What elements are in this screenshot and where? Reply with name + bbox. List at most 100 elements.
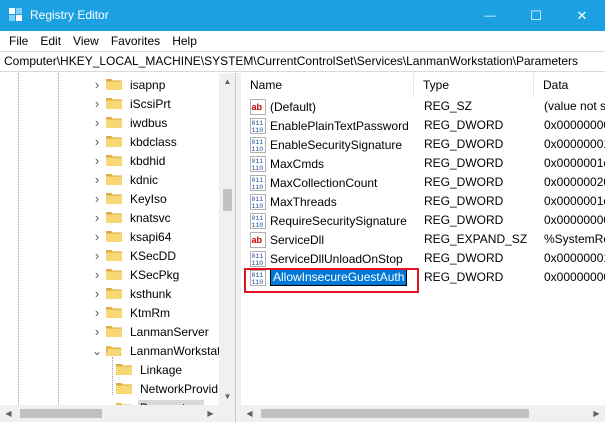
tree-item[interactable]: › KSecPkg (92, 265, 181, 284)
address-bar[interactable]: Computer\HKEY_LOCAL_MACHINE\SYSTEM\Curre… (0, 51, 605, 72)
chevron-right-icon[interactable]: › (92, 303, 102, 322)
folder-icon (106, 154, 122, 167)
menu-file[interactable]: File (4, 34, 33, 48)
chevron-right-icon[interactable]: › (92, 132, 102, 151)
svg-text:011: 011 (252, 158, 264, 165)
scroll-left-icon[interactable]: ◀ (241, 405, 258, 422)
tree-item[interactable]: › LanmanServer (92, 322, 211, 341)
title-bar[interactable]: Registry Editor — ☐ ✕ (0, 0, 605, 31)
list-item[interactable]: 011 110 MaxCollectionCount REG_DWORD 0x00000… (241, 173, 605, 192)
tree-item-label: kdnic (130, 172, 159, 187)
chevron-right-icon[interactable]: › (92, 189, 102, 208)
folder-icon (106, 192, 122, 205)
maximize-button[interactable]: ☐ (513, 0, 559, 31)
scroll-right-icon[interactable]: ▶ (588, 405, 605, 422)
value-name-cell: 011 110 MaxThreads (250, 192, 337, 211)
tree-item[interactable]: › knatsvc (92, 208, 173, 227)
tree-vertical-scrollbar[interactable]: ▲ ▼ (219, 73, 235, 405)
string-value-icon: ab (250, 98, 266, 115)
list-item[interactable]: 011 110 EnablePlainTextPassword REG_DWORD 0x… (241, 116, 605, 135)
folder-icon (116, 382, 132, 395)
tree-item-label: ksapi64 (130, 229, 172, 244)
tree-item[interactable]: › iwdbus (92, 113, 169, 132)
column-header-type[interactable]: Type (414, 73, 534, 98)
tree-hscroll-thumb[interactable] (20, 409, 102, 418)
chevron-right-icon[interactable]: › (92, 227, 102, 246)
value-data: 0x00000000 (544, 118, 605, 132)
values-list-pane[interactable]: Name Type Data ab (Default) REG_SZ (value n… (241, 73, 605, 422)
scroll-right-icon[interactable]: ▶ (202, 405, 219, 422)
menu-edit[interactable]: Edit (35, 34, 66, 48)
column-header-name[interactable]: Name (241, 73, 414, 98)
folder-icon (106, 306, 122, 319)
tree-item[interactable]: › ksapi64 (92, 227, 173, 246)
tree-item[interactable]: Linkage (116, 360, 184, 379)
list-item[interactable]: ab ServiceDll REG_EXPAND_SZ %SystemRo (241, 230, 605, 249)
tree-vscroll-thumb[interactable] (223, 189, 232, 211)
chevron-right-icon[interactable]: › (92, 322, 102, 341)
svg-text:110: 110 (252, 165, 264, 172)
tree-item[interactable]: ⌄ LanmanWorkstatio (92, 341, 232, 360)
tree-guide-line (58, 73, 59, 405)
scroll-left-icon[interactable]: ◀ (0, 405, 17, 422)
list-horizontal-scrollbar[interactable]: ◀ ▶ (241, 405, 605, 422)
value-type: REG_EXPAND_SZ (424, 232, 528, 246)
column-header-data[interactable]: Data (534, 73, 605, 98)
svg-text:ab: ab (252, 102, 263, 112)
value-data: 0x0000001e (544, 156, 605, 170)
tree-item[interactable]: › ksthunk (92, 284, 173, 303)
value-name-cell: 011 110 MaxCollectionCount (250, 173, 377, 192)
menu-view[interactable]: View (68, 34, 104, 48)
chevron-down-icon[interactable]: ⌄ (92, 341, 102, 360)
value-name-cell: 011 110 EnableSecuritySignature (250, 135, 402, 154)
menu-help[interactable]: Help (167, 34, 202, 48)
menu-favorites[interactable]: Favorites (106, 34, 165, 48)
value-data: 0x00000001 (544, 137, 605, 151)
chevron-right-icon[interactable]: › (92, 170, 102, 189)
tree-item[interactable]: › KtmRm (92, 303, 172, 322)
minimize-button[interactable]: — (467, 0, 513, 31)
tree-item[interactable]: › iScsiPrt (92, 94, 173, 113)
folder-icon (106, 268, 122, 281)
tree-item[interactable]: › kdnic (92, 170, 160, 189)
list-item[interactable]: 011 110 ServiceDllUnloadOnStop REG_DWORD 0x0… (241, 249, 605, 268)
tree-item[interactable]: › KSecDD (92, 246, 178, 265)
tree-item-label: iScsiPrt (130, 96, 171, 111)
chevron-right-icon[interactable]: › (92, 208, 102, 227)
key-tree-pane[interactable]: › isapnp › iScsiPrt › iwdbus › kbdclass › kbdhid ›… (0, 73, 236, 422)
chevron-right-icon[interactable]: › (92, 113, 102, 132)
value-type: REG_SZ (424, 99, 473, 113)
value-name-cell: 011 110 MaxCmds (250, 154, 324, 173)
value-name-cell: 011 110 ServiceDllUnloadOnStop (250, 249, 403, 268)
tree-horizontal-scrollbar[interactable]: ◀ ▶ (0, 405, 219, 422)
binary-value-icon: 011 110 (250, 212, 266, 229)
chevron-right-icon[interactable]: › (92, 246, 102, 265)
chevron-right-icon[interactable]: › (92, 284, 102, 303)
tree-item-label: kbdclass (130, 134, 177, 149)
scroll-up-icon[interactable]: ▲ (219, 73, 235, 90)
tree-item[interactable]: NetworkProvid (116, 379, 220, 398)
list-item[interactable]: 011 110 MaxCmds REG_DWORD 0x0000001e (241, 154, 605, 173)
list-hscroll-thumb[interactable] (261, 409, 529, 418)
close-button[interactable]: ✕ (559, 0, 605, 31)
tree-item[interactable]: › kbdclass (92, 132, 179, 151)
tree-item-label: KSecDD (130, 248, 177, 263)
list-item[interactable]: ab (Default) REG_SZ (value not se (241, 97, 605, 116)
value-name-cell: ab (Default) (250, 97, 316, 116)
chevron-right-icon[interactable]: › (92, 94, 102, 113)
tree-item[interactable]: › KeyIso (92, 189, 169, 208)
chevron-right-icon[interactable]: › (92, 265, 102, 284)
list-item[interactable]: 011 110 RequireSecuritySignature REG_DWORD 0… (241, 211, 605, 230)
value-data: 0x00000001 (544, 251, 605, 265)
chevron-right-icon[interactable]: › (92, 75, 102, 94)
chevron-right-icon[interactable]: › (92, 151, 102, 170)
tree-guide-line (18, 73, 19, 405)
list-item[interactable]: 011 110 EnableSecuritySignature REG_DWORD 0x… (241, 135, 605, 154)
folder-icon (106, 249, 122, 262)
value-name-cell: 011 110 EnablePlainTextPassword (250, 116, 409, 135)
tree-item[interactable]: › isapnp (92, 75, 167, 94)
value-type: REG_DWORD (424, 251, 504, 265)
scroll-down-icon[interactable]: ▼ (219, 388, 235, 405)
tree-item[interactable]: › kbdhid (92, 151, 167, 170)
list-item[interactable]: 011 110 MaxThreads REG_DWORD 0x0000001e (241, 192, 605, 211)
